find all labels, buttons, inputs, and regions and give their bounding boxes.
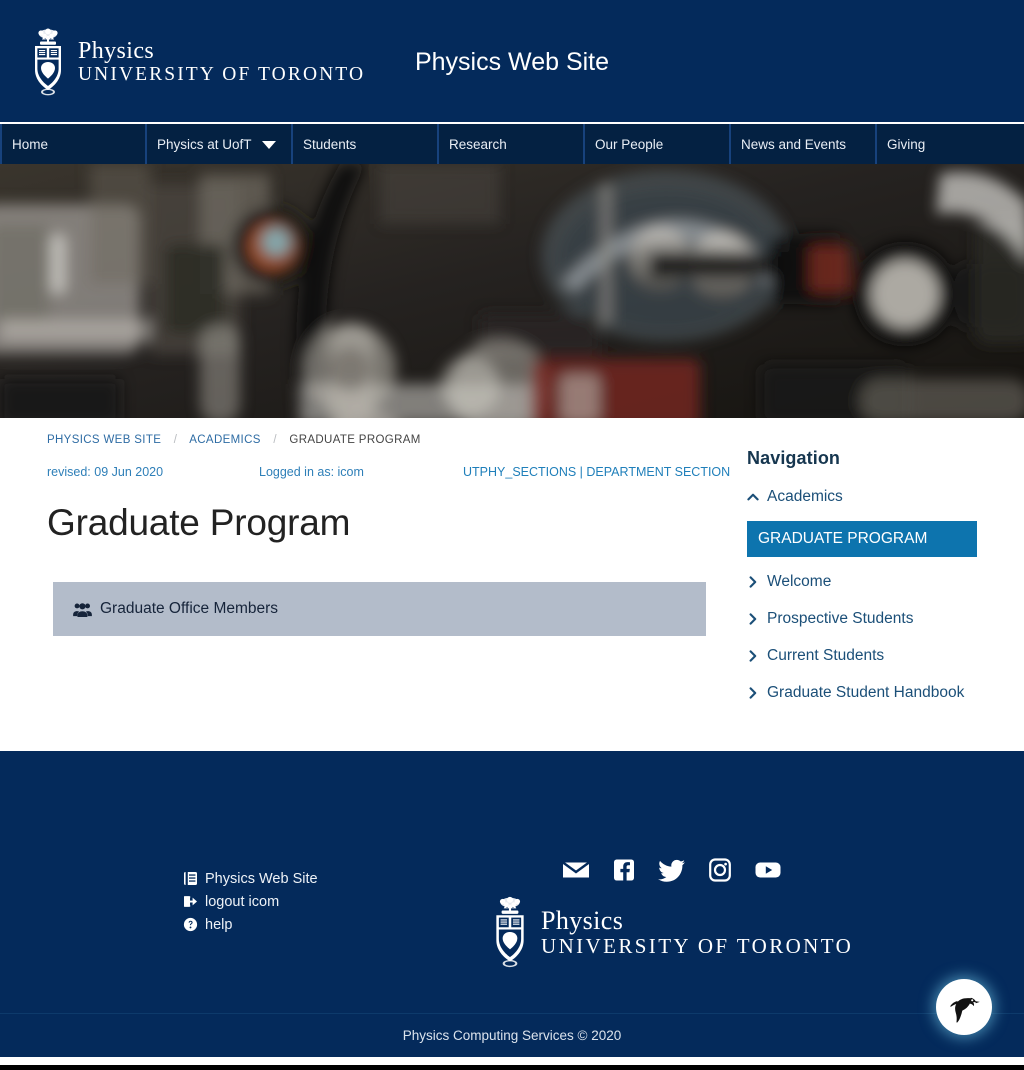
nav-item-giving[interactable]: Giving <box>877 124 1022 164</box>
social-links <box>562 857 782 883</box>
nav-item-research[interactable]: Research <box>439 124 585 164</box>
sidebar-item-label: GRADUATE PROGRAM <box>758 530 928 547</box>
youtube-icon[interactable] <box>754 857 782 883</box>
logout-icon <box>184 896 197 907</box>
logo-line-1: Physics <box>78 38 155 65</box>
nav-label: Our People <box>595 136 664 152</box>
bottom-black-band <box>0 1065 1024 1070</box>
copyright-bar: Physics Computing Services © 2020 <box>0 1013 1024 1057</box>
sidebar-item-label: Welcome <box>767 573 832 590</box>
panel-label: Graduate Office Members <box>100 600 279 617</box>
sidebar-item-current-students[interactable]: Current Students <box>747 645 982 667</box>
chevron-down-icon[interactable] <box>262 141 276 149</box>
uoft-crest-icon <box>496 896 524 968</box>
page-title: Graduate Program <box>47 502 351 543</box>
main-navigation: Home Physics at UofT Students Research O… <box>0 124 1024 164</box>
nav-item-home[interactable]: Home <box>0 124 147 164</box>
nav-item-our-people[interactable]: Our People <box>585 124 731 164</box>
sidebar-item-label: Graduate Student Handbook <box>767 684 965 701</box>
graduate-office-members-panel[interactable]: Graduate Office Members <box>53 582 706 636</box>
meta-row: revised: 09 Jun 2020 Logged in as: icom … <box>47 465 747 483</box>
instagram-icon[interactable] <box>706 857 734 883</box>
twitter-icon[interactable] <box>658 857 686 883</box>
logo-wordmark: Physics UNIVERSITY OF TORONTO <box>78 39 365 85</box>
sidebar-item-label: Academics <box>767 488 843 505</box>
uoft-crest-icon <box>35 28 61 96</box>
chevron-right-icon <box>749 650 757 662</box>
footer-logo-line-1: Physics <box>541 905 624 935</box>
revised-date: revised: 09 Jun 2020 <box>47 465 164 479</box>
footer-uoft-physics-logo[interactable]: Physics UNIVERSITY OF TORONTO <box>489 896 853 968</box>
main-content: PHYSICS WEB SITE / ACADEMICS / GRADUATE … <box>0 418 1024 751</box>
footer-logo-line-2: UNIVERSITY OF TORONTO <box>541 934 854 959</box>
bird-assistant-button[interactable] <box>936 979 992 1035</box>
facebook-icon[interactable] <box>610 857 638 883</box>
sidebar-item-graduate-student-handbook[interactable]: Graduate Student Handbook <box>747 682 982 704</box>
sections-link[interactable]: UTPHY_SECTIONS | DEPARTMENT SECTION <box>463 465 730 479</box>
nav-label: Students <box>303 136 357 152</box>
footer-link-physics-web-site[interactable]: Physics Web Site <box>183 867 318 890</box>
breadcrumb-item-physics-web-site[interactable]: PHYSICS WEB SITE <box>47 434 161 446</box>
logo-line-2: UNIVERSITY OF TORONTO <box>78 64 366 86</box>
chevron-right-icon <box>749 687 757 699</box>
nav-item-physics-at-uoft[interactable]: Physics at UofT <box>147 124 293 164</box>
footer-link-label: logout icom <box>205 893 280 910</box>
sidebar-item-academics[interactable]: Academics <box>747 486 982 508</box>
logged-in-as[interactable]: Logged in as: icom <box>259 465 364 479</box>
nav-label: News and Events <box>741 136 847 152</box>
chevron-right-icon <box>749 613 757 625</box>
nav-item-students[interactable]: Students <box>293 124 439 164</box>
footer-link-label: Physics Web Site <box>205 870 318 887</box>
nav-label: Giving <box>887 136 926 152</box>
nav-label: Home <box>12 136 49 152</box>
book-icon <box>184 872 197 885</box>
breadcrumb-separator: / <box>273 434 277 446</box>
copyright-text: Physics Computing Services © 2020 <box>402 1028 622 1043</box>
footer-link-help[interactable]: help <box>183 913 318 936</box>
breadcrumb: PHYSICS WEB SITE / ACADEMICS / GRADUATE … <box>47 434 421 446</box>
hero-banner-image <box>0 164 1024 418</box>
breadcrumb-item-graduate-program: GRADUATE PROGRAM <box>289 434 421 446</box>
bottom-white-band <box>0 1057 1024 1065</box>
footer-logo-wordmark: Physics UNIVERSITY OF TORONTO <box>541 907 853 957</box>
page-root: Physics UNIVERSITY OF TORONTO Physics We… <box>0 0 1024 1070</box>
bird-icon <box>950 997 980 1023</box>
sidebar-item-label: Current Students <box>767 647 885 664</box>
nav-label: Research <box>449 136 507 152</box>
users-icon <box>73 602 92 617</box>
breadcrumb-item-academics[interactable]: ACADEMICS <box>189 434 261 446</box>
sidebar-navigation: Navigation Academics GRADUATE PROGRAM We… <box>747 448 982 719</box>
envelope-icon[interactable] <box>562 857 590 883</box>
breadcrumb-separator: / <box>173 434 178 446</box>
sidebar-title: Navigation <box>747 448 841 468</box>
footer-link-list: Physics Web Site logout icom help <box>183 867 318 936</box>
sidebar-item-label: Prospective Students <box>767 610 914 627</box>
chevron-up-icon <box>747 493 759 501</box>
nav-label: Physics at UofT <box>157 136 252 152</box>
site-footer: Physics Web Site logout icom help Physic… <box>0 751 1024 1013</box>
sidebar-item-welcome[interactable]: Welcome <box>747 571 982 593</box>
nav-item-news-and-events[interactable]: News and Events <box>731 124 877 164</box>
sidebar-item-graduate-program[interactable]: GRADUATE PROGRAM <box>747 521 977 557</box>
footer-link-label: help <box>205 916 233 933</box>
question-circle-icon <box>183 917 198 932</box>
site-header: Physics UNIVERSITY OF TORONTO Physics We… <box>0 0 1024 124</box>
uoft-physics-logo[interactable]: Physics UNIVERSITY OF TORONTO <box>28 28 365 96</box>
sidebar-item-prospective-students[interactable]: Prospective Students <box>747 608 982 630</box>
chevron-right-icon <box>749 576 757 588</box>
footer-link-logout[interactable]: logout icom <box>183 890 318 913</box>
